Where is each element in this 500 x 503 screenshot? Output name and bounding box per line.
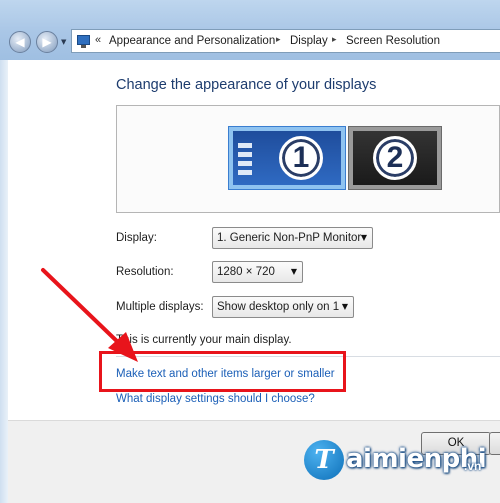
desktop-icons [238,143,252,177]
control-panel-icon [77,35,90,48]
address-bar[interactable]: « Appearance and Personalization ▸ Displ… [71,29,500,53]
monitor-1-screen: 1 [233,131,341,185]
recent-pages-dropdown[interactable]: ▼ [61,38,66,46]
resolution-label: Resolution: [116,266,174,278]
monitor-1[interactable]: 1 [228,126,346,190]
breadcrumb-screen-resolution[interactable]: Screen Resolution [346,35,440,47]
resolution-select-value: 1280 × 720 [217,266,275,278]
title-bar: ◀ ▶ ▼ « Appearance and Personalization ▸… [0,0,500,60]
breadcrumb-overflow[interactable]: « [95,34,101,46]
display-label: Display: [116,232,157,244]
breadcrumb-separator[interactable]: ▸ [276,35,281,45]
monitor-1-number: 1 [279,136,323,180]
display-select[interactable]: 1. Generic Non-PnP Monitor ▼ [212,227,373,249]
breadcrumb-display[interactable]: Display [290,35,328,47]
monitor-2-number: 2 [373,136,417,180]
taimienphi-logo: T aimienphi .vn [304,438,500,486]
display-select-value: 1. Generic Non-PnP Monitor [217,232,362,244]
back-button[interactable]: ◀ [9,31,31,53]
resolution-select[interactable]: 1280 × 720 ▼ [212,261,303,283]
multiple-displays-select-value: Show desktop only on 1 [217,301,340,313]
breadcrumb-separator[interactable]: ▸ [332,35,337,45]
monitor-2-screen: 2 [353,131,437,185]
breadcrumb-appearance[interactable]: Appearance and Personalization [109,35,275,47]
monitor-2[interactable]: 2 [348,126,442,190]
display-help-link[interactable]: What display settings should I choose? [116,393,315,405]
forward-button[interactable]: ▶ [36,31,58,53]
chevron-down-icon: ▼ [290,267,297,276]
chevron-down-icon: ▼ [341,302,348,311]
page-title: Change the appearance of your displays [116,77,377,93]
left-pane [0,60,8,503]
annotation-highlight-box [99,351,346,392]
logo-tld: .vn [464,459,482,473]
display-preview: 1 2 [116,105,500,213]
multiple-displays-label: Multiple displays: [116,301,204,313]
chevron-down-icon: ▼ [360,233,367,242]
multiple-displays-select[interactable]: Show desktop only on 1 ▼ [212,296,354,318]
logo-mark: T [304,440,344,480]
main-display-info: This is currently your main display. [116,334,292,346]
